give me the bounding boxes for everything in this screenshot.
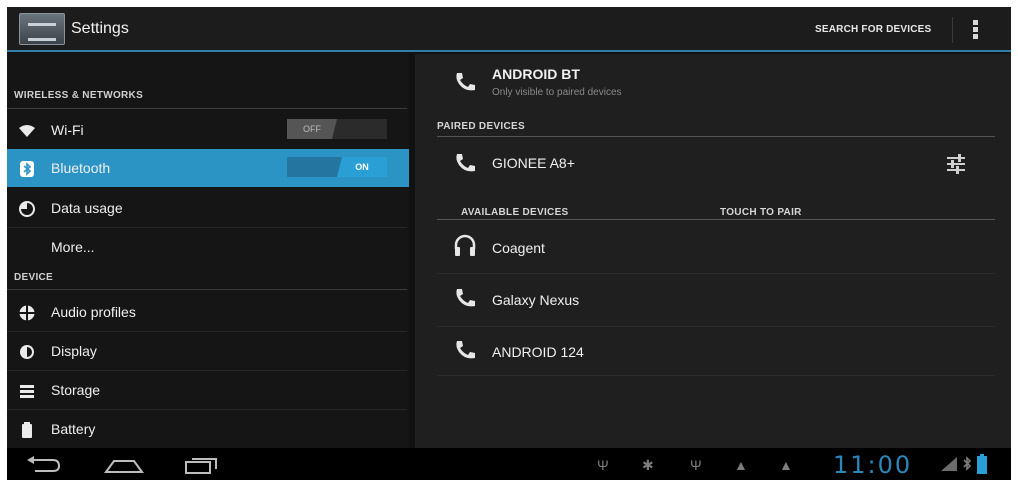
bluetooth-status-icon <box>963 456 972 471</box>
available-device-row[interactable]: Galaxy Nexus <box>415 274 1011 326</box>
search-for-devices-button[interactable]: SEARCH FOR DEVICES <box>815 24 931 35</box>
touch-to-pair-label: TOUCH TO PAIR <box>720 207 802 218</box>
overflow-menu-icon[interactable] <box>973 20 979 40</box>
data-usage-icon <box>19 201 35 217</box>
settings-item-label: Audio profiles <box>51 304 136 320</box>
own-device-row[interactable]: ANDROID BT Only visible to paired device… <box>415 54 1011 109</box>
section-header-device: DEVICE <box>14 272 54 283</box>
settings-list: WIRELESS & NETWORKS Wi-Fi OFF Bluetooth … <box>7 54 409 448</box>
tablet-screen: Settings SEARCH FOR DEVICES WIRELESS & N… <box>7 7 1011 480</box>
section-header-wireless: WIRELESS & NETWORKS <box>14 90 144 101</box>
section-divider <box>437 219 995 220</box>
headset-icon <box>454 234 476 256</box>
bluetooth-toggle[interactable]: ON <box>287 157 387 177</box>
clock: 11:00 <box>833 451 913 479</box>
bluetooth-panel: ANDROID BT Only visible to paired device… <box>415 54 1011 448</box>
device-settings-icon[interactable] <box>945 154 967 174</box>
row-divider <box>437 375 995 376</box>
battery-status-icon <box>977 454 987 474</box>
settings-item-storage[interactable]: Storage <box>7 371 409 409</box>
settings-item-display[interactable]: Display <box>7 332 409 370</box>
settings-item-label: Battery <box>51 421 96 437</box>
settings-item-label: Bluetooth <box>51 160 111 176</box>
phone-icon <box>456 341 475 359</box>
action-divider <box>952 17 953 43</box>
phone-icon <box>456 289 475 307</box>
usb-icon: Ψ <box>690 457 702 473</box>
wifi-icon <box>19 125 35 137</box>
available-device-name: ANDROID 124 <box>492 344 584 360</box>
settings-item-bluetooth[interactable]: Bluetooth ON <box>7 149 409 187</box>
bluetooth-icon <box>20 161 34 177</box>
paired-device-name: GIONEE A8+ <box>492 155 575 171</box>
signal-icon <box>941 457 957 471</box>
section-divider <box>7 108 407 109</box>
settings-item-wifi[interactable]: Wi-Fi OFF <box>7 111 409 149</box>
paired-device-row[interactable]: GIONEE A8+ <box>415 138 1011 188</box>
settings-item-label: Wi-Fi <box>51 122 84 138</box>
paired-devices-header: PAIRED DEVICES <box>437 121 525 132</box>
available-device-row[interactable]: Coagent <box>415 221 1011 273</box>
toggle-state: OFF <box>287 119 337 139</box>
section-divider <box>437 136 995 137</box>
audio-profiles-icon <box>19 305 35 321</box>
settings-app-icon[interactable] <box>19 13 65 45</box>
settings-item-label: Data usage <box>51 200 123 216</box>
settings-item-data-usage[interactable]: Data usage <box>7 189 409 227</box>
page-title: Settings <box>71 20 129 37</box>
phone-icon <box>456 154 475 172</box>
recent-apps-icon[interactable] <box>184 456 220 474</box>
section-divider <box>7 289 407 290</box>
settings-item-label: More... <box>51 239 95 255</box>
toggle-state: ON <box>337 157 387 177</box>
settings-item-battery[interactable]: Battery <box>7 410 409 448</box>
back-icon[interactable] <box>25 456 61 474</box>
wifi-toggle[interactable]: OFF <box>287 119 387 139</box>
available-device-name: Coagent <box>492 240 545 256</box>
settings-item-more[interactable]: More... <box>7 228 409 266</box>
action-bar: Settings SEARCH FOR DEVICES <box>7 7 1011 52</box>
settings-item-label: Storage <box>51 382 101 398</box>
settings-item-audio-profiles[interactable]: Audio profiles <box>7 293 409 331</box>
available-device-name: Galaxy Nexus <box>492 292 580 308</box>
available-devices-header: AVAILABLE DEVICES <box>461 207 569 218</box>
system-nav-bar: Ψ ✱ Ψ ▲ ▲ 11:00 <box>7 448 1011 480</box>
available-device-row[interactable]: ANDROID 124 <box>415 327 1011 375</box>
debug-icon: ✱ <box>642 457 654 473</box>
warning-icon: ▲ <box>734 457 748 473</box>
usb-icon: Ψ <box>597 457 609 473</box>
phone-icon <box>456 73 475 91</box>
display-icon <box>20 345 34 359</box>
settings-item-label: Display <box>51 343 97 359</box>
own-device-visibility: Only visible to paired devices <box>492 87 622 98</box>
warning-icon: ▲ <box>779 457 793 473</box>
storage-icon <box>20 385 34 398</box>
own-device-name: ANDROID BT <box>492 66 580 82</box>
battery-icon <box>22 422 32 438</box>
home-icon[interactable] <box>104 456 144 474</box>
